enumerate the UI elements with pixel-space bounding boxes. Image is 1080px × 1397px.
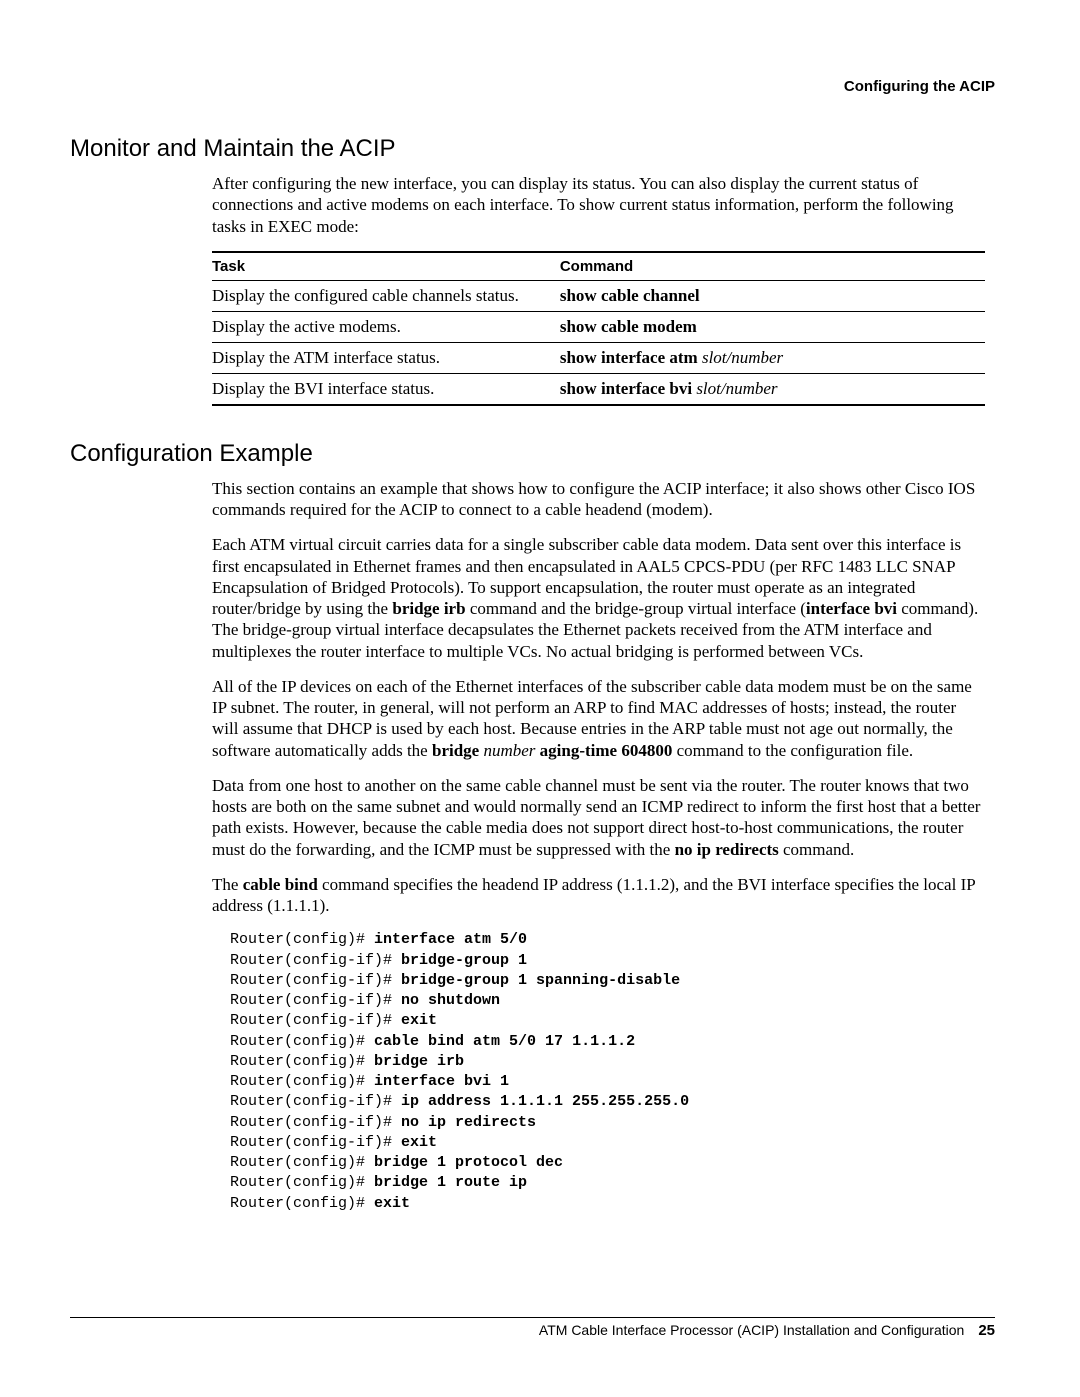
config-p5: The cable bind command specifies the hea… — [212, 874, 985, 917]
footer-page-number: 25 — [978, 1322, 995, 1339]
th-command: Command — [560, 252, 985, 281]
task-command-table: Task Command Display the configured cabl… — [212, 251, 985, 406]
config-p1: This section contains an example that sh… — [212, 478, 985, 521]
task-cell: Display the BVI interface status. — [212, 373, 560, 405]
task-cell: Display the active modems. — [212, 311, 560, 342]
content: Monitor and Maintain the ACIP After conf… — [70, 135, 995, 1214]
task-cell: Display the ATM interface status. — [212, 342, 560, 373]
table-row: Display the active modems. show cable mo… — [212, 311, 985, 342]
table-row: Display the configured cable channels st… — [212, 280, 985, 311]
command-cell: show cable channel — [560, 280, 985, 311]
section-title-config-example: Configuration Example — [70, 440, 995, 468]
section-title-monitor: Monitor and Maintain the ACIP — [70, 135, 995, 163]
task-cell: Display the configured cable channels st… — [212, 280, 560, 311]
config-p4: Data from one host to another on the sam… — [212, 775, 985, 860]
table-row: Display the BVI interface status. show i… — [212, 373, 985, 405]
config-p2: Each ATM virtual circuit carries data fo… — [212, 534, 985, 662]
config-p3: All of the IP devices on each of the Eth… — [212, 676, 985, 761]
command-cell: show interface bvi slot/number — [560, 373, 985, 405]
th-task: Task — [212, 252, 560, 281]
config-code-block: Router(config)# interface atm 5/0 Router… — [230, 930, 985, 1214]
footer-line: ATM Cable Interface Processor (ACIP) Ins… — [70, 1322, 995, 1339]
command-cell: show interface atm slot/number — [560, 342, 985, 373]
table-row: Display the ATM interface status. show i… — [212, 342, 985, 373]
footer: ATM Cable Interface Processor (ACIP) Ins… — [70, 1317, 995, 1339]
running-header: Configuring the ACIP — [844, 78, 995, 95]
page: Configuring the ACIP Monitor and Maintai… — [0, 0, 1080, 1397]
section1-intro: After configuring the new interface, you… — [212, 173, 985, 237]
section1-body: After configuring the new interface, you… — [212, 173, 985, 406]
section2-body: This section contains an example that sh… — [212, 478, 985, 1214]
footer-doc-title: ATM Cable Interface Processor (ACIP) Ins… — [539, 1322, 964, 1338]
command-cell: show cable modem — [560, 311, 985, 342]
